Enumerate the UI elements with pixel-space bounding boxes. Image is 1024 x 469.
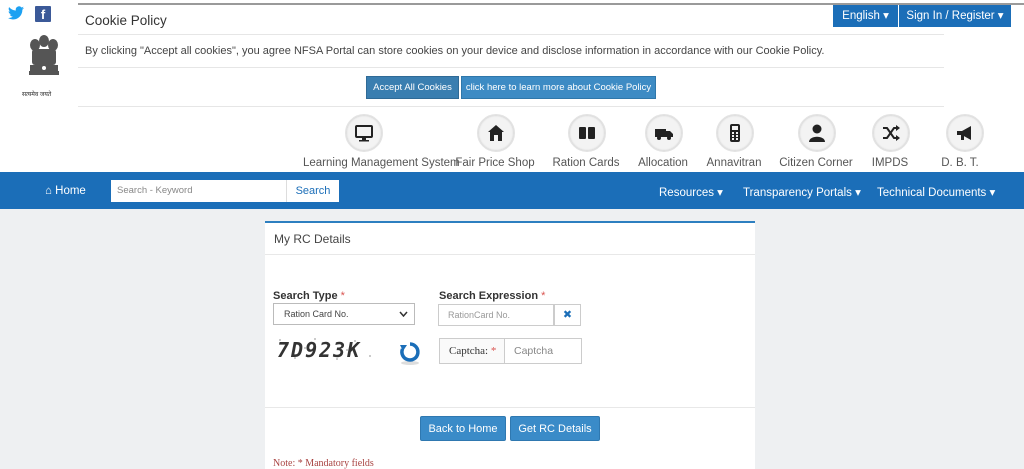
nav-resources-dropdown[interactable]: Resources ▾ bbox=[659, 185, 723, 199]
service-label: D. B. T. bbox=[941, 157, 979, 169]
get-rc-details-button[interactable]: Get RC Details bbox=[510, 416, 600, 441]
twitter-icon[interactable] bbox=[8, 6, 24, 22]
clear-icon[interactable]: ✖ bbox=[554, 304, 581, 326]
search-expression-input[interactable]: RationCard No. bbox=[438, 304, 554, 326]
monitor-icon bbox=[345, 114, 383, 152]
divider bbox=[78, 106, 944, 107]
divider bbox=[78, 67, 944, 68]
divider bbox=[78, 34, 944, 35]
learn-cookie-policy-button[interactable]: click here to learn more about Cookie Po… bbox=[461, 76, 656, 99]
facebook-icon[interactable]: f bbox=[35, 6, 51, 22]
captcha-input[interactable]: Captcha bbox=[504, 338, 582, 364]
search-input[interactable]: Search - Keyword bbox=[111, 180, 286, 202]
house-icon bbox=[477, 114, 515, 152]
search-button[interactable]: Search bbox=[286, 180, 339, 202]
nav-transparency-portals-dropdown[interactable]: Transparency Portals ▾ bbox=[743, 185, 861, 199]
accept-cookies-button[interactable]: Accept All Cookies bbox=[366, 76, 459, 99]
service-label: Learning Management System bbox=[303, 157, 460, 169]
service-dbt[interactable]: D. B. T. bbox=[900, 114, 1020, 172]
nav-technical-documents-dropdown[interactable]: Technical Documents ▾ bbox=[877, 185, 995, 199]
panel-title: My RC Details bbox=[274, 232, 351, 246]
back-to-home-button[interactable]: Back to Home bbox=[420, 416, 506, 441]
emblem-motto: सत्यमेव जयते bbox=[22, 92, 52, 98]
search-type-value: Ration Card No. bbox=[284, 309, 349, 319]
refresh-captcha-icon[interactable] bbox=[398, 340, 422, 366]
mandatory-note: Note: * Mandatory fields bbox=[273, 458, 374, 469]
divider bbox=[265, 254, 755, 255]
signin-register-dropdown[interactable]: Sign In / Register ▾ bbox=[899, 5, 1011, 27]
search-type-label: Search Type * bbox=[273, 290, 345, 302]
cookie-message: By clicking "Accept all cookies", you ag… bbox=[85, 45, 825, 57]
home-label: Home bbox=[55, 185, 86, 197]
search-expression-label: Search Expression * bbox=[439, 290, 546, 302]
captcha-text: 7D923K bbox=[277, 338, 361, 362]
captcha-label: Captcha: * bbox=[439, 338, 504, 364]
required-mark: * bbox=[541, 290, 546, 302]
required-mark: * bbox=[340, 290, 345, 302]
megaphone-icon bbox=[946, 114, 984, 152]
cookie-policy-title: Cookie Policy bbox=[85, 13, 167, 28]
home-icon: ⌂ bbox=[45, 185, 52, 197]
language-dropdown[interactable]: English ▾ bbox=[833, 5, 898, 27]
service-learning-management-system[interactable]: Learning Management System bbox=[303, 114, 460, 172]
captcha-image: 7D923K bbox=[275, 336, 375, 362]
divider bbox=[265, 407, 755, 408]
search-type-select[interactable]: Ration Card No. bbox=[273, 303, 415, 325]
book-icon bbox=[568, 114, 606, 152]
chevron-down-icon bbox=[399, 311, 408, 317]
nav-home-link[interactable]: ⌂ Home bbox=[45, 185, 86, 197]
required-mark: * bbox=[490, 345, 497, 357]
pos-device-icon bbox=[716, 114, 754, 152]
national-emblem-icon bbox=[24, 33, 64, 97]
